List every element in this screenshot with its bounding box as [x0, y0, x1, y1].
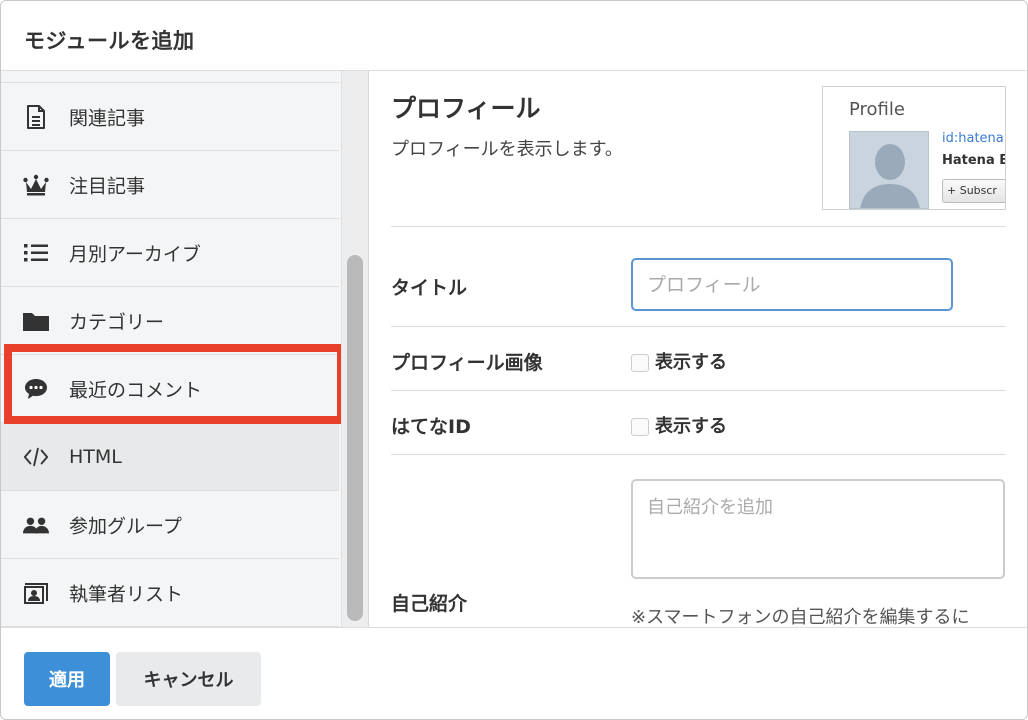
- document-icon: [23, 104, 49, 130]
- self-intro-label: 自己紹介: [391, 593, 468, 615]
- sidebar-item-label: 執筆者リスト: [69, 583, 184, 605]
- sidebar-item-label: カテゴリー: [69, 311, 165, 333]
- profile-image-checkbox-label[interactable]: 表示する: [655, 348, 727, 374]
- sidebar-item-author-list[interactable]: 執筆者リスト: [1, 559, 339, 627]
- sidebar-item-label: 参加グループ: [69, 515, 182, 537]
- preview-subscribe-button: + Subscr: [942, 179, 1005, 203]
- preview-id-link: id:hatena: [942, 131, 1004, 146]
- module-settings-panel: プロフィール プロフィールを表示します。 Profile id:hatena H…: [370, 71, 1027, 627]
- sidebar-item-label: 注目記事: [69, 175, 146, 197]
- profile-image-checkbox[interactable]: [631, 354, 649, 372]
- module-title: プロフィール: [391, 94, 541, 123]
- hatena-id-label: はてなID: [391, 416, 471, 438]
- sidebar-item-featured-articles[interactable]: 注目記事: [1, 151, 339, 219]
- author-card-icon: [23, 580, 49, 606]
- comment-icon: [23, 376, 49, 402]
- divider: [391, 226, 1006, 227]
- profile-image-label: プロフィール画像: [391, 352, 543, 374]
- divider: [391, 390, 1006, 391]
- sidebar-item-monthly-archive[interactable]: 月別アーカイブ: [1, 219, 339, 287]
- sidebar-item-category[interactable]: カテゴリー: [1, 287, 339, 355]
- sidebar-item-label: 関連記事: [69, 107, 146, 129]
- sidebar-item-related-articles[interactable]: 関連記事: [1, 83, 339, 151]
- hatena-id-checkbox[interactable]: [631, 418, 649, 436]
- sidebar-item-joined-groups[interactable]: 参加グループ: [1, 491, 339, 559]
- divider: [391, 326, 1006, 327]
- scrollbar-thumb[interactable]: [347, 255, 363, 621]
- code-icon: [23, 444, 49, 470]
- sidebar-item-label: 最近のコメント: [69, 379, 203, 401]
- sidebar-item-recent-comments[interactable]: 最近のコメント: [1, 355, 339, 423]
- dialog-header: モジュールを追加: [1, 1, 1027, 71]
- dialog-footer: 適用 キャンセル: [1, 627, 1027, 719]
- title-field-label: タイトル: [391, 277, 468, 299]
- group-icon: [23, 512, 49, 538]
- preview-name: Hatena B: [942, 153, 1006, 168]
- module-preview-image: Profile id:hatena Hatena B + Subscr: [822, 86, 1006, 210]
- self-intro-textarea[interactable]: [631, 479, 1005, 579]
- sidebar-scrollbar[interactable]: [341, 71, 369, 627]
- sidebar-item-label: 月別アーカイブ: [69, 243, 201, 265]
- sidebar-item-partial[interactable]: [1, 71, 339, 83]
- preview-title: Profile: [849, 99, 905, 120]
- sidebar-item-label: HTML: [69, 445, 122, 468]
- dialog-title: モジュールを追加: [24, 29, 195, 53]
- title-input[interactable]: [631, 258, 953, 311]
- apply-button[interactable]: 適用: [24, 652, 110, 706]
- folder-icon: [23, 308, 49, 334]
- crown-icon: [23, 172, 49, 198]
- cancel-button[interactable]: キャンセル: [116, 652, 261, 706]
- module-list-sidebar: 関連記事 注目記事 月別アーカイブ カテゴリー 最近のコメント HTML 参加グ…: [1, 71, 341, 627]
- add-module-dialog: モジュールを追加 関連記事 注目記事 月別アーカイブ カテゴリー 最近のコメント…: [0, 0, 1028, 720]
- list-icon: [23, 240, 49, 266]
- sidebar-item-html[interactable]: HTML: [1, 423, 339, 491]
- avatar-placeholder-icon: [849, 131, 929, 209]
- self-intro-note: ※スマートフォンの自己紹介を編集するに: [631, 607, 970, 627]
- hatena-id-checkbox-label[interactable]: 表示する: [655, 412, 727, 438]
- module-description: プロフィールを表示します。: [391, 139, 623, 160]
- divider: [391, 454, 1006, 455]
